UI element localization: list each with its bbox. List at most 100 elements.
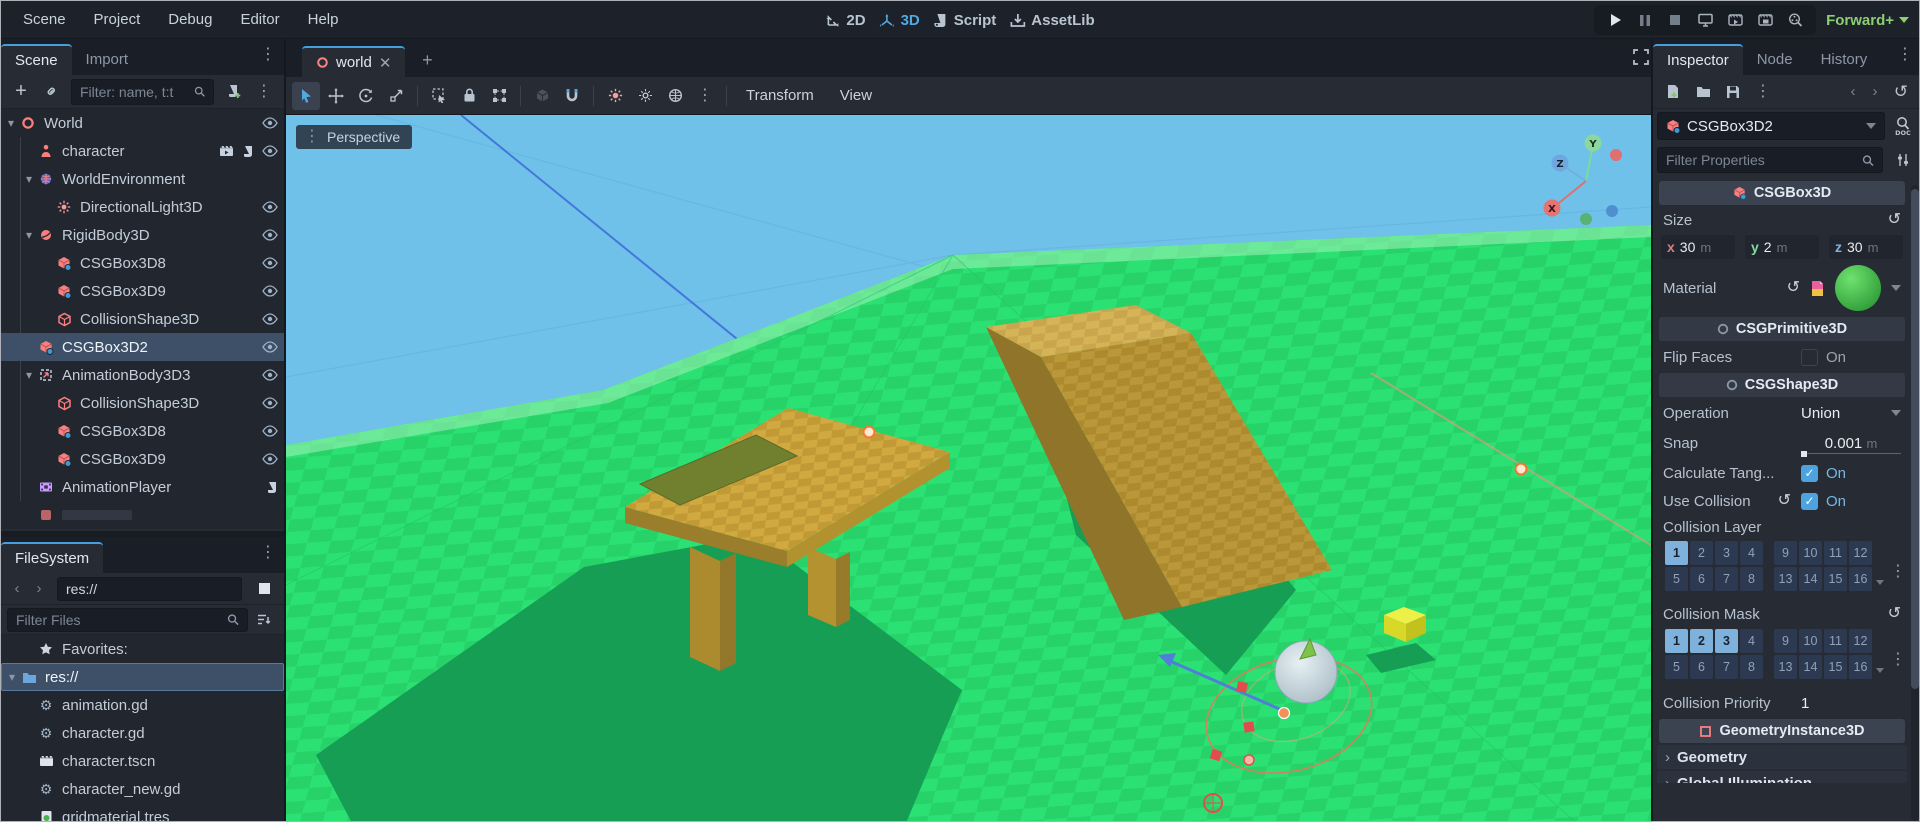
- visibility-eye-icon[interactable]: [262, 341, 278, 353]
- scene-dock-menu-icon[interactable]: ⋮: [254, 47, 282, 63]
- visibility-eye-icon[interactable]: [262, 397, 278, 409]
- category-geometryinstance3d[interactable]: GeometryInstance3D: [1659, 719, 1905, 743]
- group-geometry[interactable]: › Geometry: [1657, 745, 1907, 769]
- select-tool-button[interactable]: [292, 82, 320, 110]
- object-history-button[interactable]: ↺: [1887, 78, 1915, 106]
- tab-history[interactable]: History: [1807, 44, 1882, 75]
- visibility-eye-icon[interactable]: [262, 229, 278, 241]
- collision-bit-5[interactable]: 5: [1665, 567, 1688, 591]
- scrollbar-thumb[interactable]: [1911, 189, 1919, 689]
- scale-tool-button[interactable]: [382, 82, 410, 110]
- history-forward-button[interactable]: ›: [29, 575, 49, 603]
- collision-bit-10[interactable]: 10: [1799, 629, 1822, 653]
- gizmo-ring-dot[interactable]: [1244, 755, 1254, 765]
- group-selected-button[interactable]: [485, 82, 513, 110]
- view-menu[interactable]: View: [828, 83, 884, 108]
- tree-row-csgbox3d8-2[interactable]: CSGBox3D8: [1, 417, 284, 445]
- workspace-3d-button[interactable]: 3D: [880, 12, 920, 29]
- new-scene-tab-button[interactable]: +: [413, 46, 441, 74]
- workspace-script-button[interactable]: Script: [934, 12, 997, 29]
- path-input[interactable]: [66, 581, 233, 597]
- tab-import[interactable]: Import: [72, 44, 143, 75]
- viewport-canvas[interactable]: Y Z X: [286, 115, 1651, 822]
- object-selector[interactable]: CSGBox3D2: [1657, 112, 1885, 140]
- collision-mask-menu-icon[interactable]: ⋮: [1884, 652, 1912, 668]
- file-row-gridmaterial-tres[interactable]: gridmaterial.tres: [1, 803, 284, 822]
- tree-row-worldenvironment[interactable]: ▾ WorldEnvironment: [1, 165, 284, 193]
- rotate-tool-button[interactable]: [352, 82, 380, 110]
- collision-bit-15[interactable]: 15: [1824, 655, 1847, 679]
- instantiate-scene-button[interactable]: [37, 78, 65, 106]
- slider-grabber[interactable]: [1801, 451, 1807, 457]
- grid-expand-icon[interactable]: [1876, 580, 1884, 585]
- visibility-eye-icon[interactable]: [262, 117, 278, 129]
- collision-bit-8[interactable]: 8: [1740, 655, 1763, 679]
- tree-row-collisionshape3d-2[interactable]: CollisionShape3D: [1, 389, 284, 417]
- history-back-button[interactable]: ‹: [7, 575, 27, 603]
- new-resource-button[interactable]: [1659, 78, 1687, 106]
- file-filter-input[interactable]: [16, 612, 221, 628]
- collision-bit-7[interactable]: 7: [1715, 655, 1738, 679]
- collapse-icon[interactable]: ▾: [3, 116, 19, 130]
- visibility-eye-icon[interactable]: [262, 285, 278, 297]
- collision-bit-13[interactable]: 13: [1774, 567, 1797, 591]
- filesystem-menu-icon[interactable]: ⋮: [254, 545, 282, 561]
- category-csgprimitive3d[interactable]: CSGPrimitive3D: [1659, 317, 1905, 341]
- material-preview-sphere[interactable]: [1835, 265, 1881, 311]
- property-filter-input[interactable]: [1666, 152, 1856, 168]
- favorites-row[interactable]: Favorites:: [1, 635, 284, 663]
- collapse-icon[interactable]: ▾: [21, 368, 37, 382]
- tree-row-rigidbody3d[interactable]: ▾ RigidBody3D: [1, 221, 284, 249]
- tree-row-csgbox3d9[interactable]: CSGBox3D9: [1, 277, 284, 305]
- category-csgshape3d[interactable]: CSGShape3D: [1659, 373, 1905, 397]
- gizmo-center-dot[interactable]: [1279, 708, 1290, 719]
- snap-spin-slider[interactable]: 0.001 m: [1801, 427, 1901, 459]
- flip-faces-checkbox[interactable]: [1801, 349, 1818, 366]
- property-tools-button[interactable]: [1889, 146, 1917, 174]
- collision-bit-2[interactable]: 2: [1690, 629, 1713, 653]
- collision-bit-16[interactable]: 16: [1849, 567, 1872, 591]
- collision-priority-field[interactable]: 1: [1801, 695, 1901, 712]
- load-resource-button[interactable]: [1689, 78, 1717, 106]
- collision-bit-15[interactable]: 15: [1824, 567, 1847, 591]
- stop-button[interactable]: [1662, 8, 1688, 32]
- tree-row-partial[interactable]: [1, 501, 284, 529]
- use-collision-checkbox[interactable]: ✓: [1801, 493, 1818, 510]
- collision-bit-11[interactable]: 11: [1824, 629, 1847, 653]
- tree-row-collisionshape3d[interactable]: CollisionShape3D: [1, 305, 284, 333]
- collision-bit-10[interactable]: 10: [1799, 541, 1822, 565]
- move-tool-button[interactable]: [322, 82, 350, 110]
- menu-help[interactable]: Help: [296, 7, 351, 32]
- category-csgbox3d[interactable]: CSGBox3D: [1659, 181, 1905, 205]
- visibility-eye-icon[interactable]: [262, 145, 278, 157]
- csg-handle[interactable]: [1516, 464, 1527, 475]
- file-row-character-new-gd[interactable]: ⚙ character_new.gd: [1, 775, 284, 803]
- open-scene-icon[interactable]: [219, 145, 234, 157]
- tree-row-character[interactable]: character: [1, 137, 284, 165]
- pause-button[interactable]: [1632, 8, 1658, 32]
- perspective-button[interactable]: ⋮ Perspective: [296, 125, 412, 149]
- toggle-split-mode-button[interactable]: [250, 575, 278, 603]
- menu-scene[interactable]: Scene: [11, 7, 78, 32]
- menu-debug[interactable]: Debug: [156, 7, 224, 32]
- tab-node[interactable]: Node: [1743, 44, 1807, 75]
- size-x-field[interactable]: x 30 m: [1661, 235, 1735, 259]
- collision-layer-menu-icon[interactable]: ⋮: [1884, 564, 1912, 580]
- gizmo-handle-red[interactable]: [1236, 681, 1248, 693]
- collapse-icon[interactable]: ▾: [21, 172, 37, 186]
- tab-world-scene[interactable]: world ✕: [302, 46, 405, 77]
- scene-tree-menu-icon[interactable]: ⋮: [250, 84, 278, 100]
- scene-filter-field[interactable]: [71, 79, 214, 105]
- tree-row-animationbody3d3[interactable]: ▾ AnimationBody3D3: [1, 361, 284, 389]
- collision-bit-4[interactable]: 4: [1740, 541, 1763, 565]
- visibility-eye-icon[interactable]: [262, 201, 278, 213]
- collision-bit-14[interactable]: 14: [1799, 655, 1822, 679]
- collision-bit-3[interactable]: 3: [1715, 541, 1738, 565]
- tab-filesystem[interactable]: FileSystem: [1, 542, 103, 573]
- visibility-eye-icon[interactable]: [262, 425, 278, 437]
- resource-menu-icon[interactable]: ⋮: [1749, 84, 1777, 100]
- calculate-tangents-checkbox[interactable]: ✓: [1801, 465, 1818, 482]
- collision-bit-1[interactable]: 1: [1665, 629, 1688, 653]
- tree-row-world[interactable]: ▾ World: [1, 109, 284, 137]
- revert-icon[interactable]: ↺: [1787, 280, 1800, 296]
